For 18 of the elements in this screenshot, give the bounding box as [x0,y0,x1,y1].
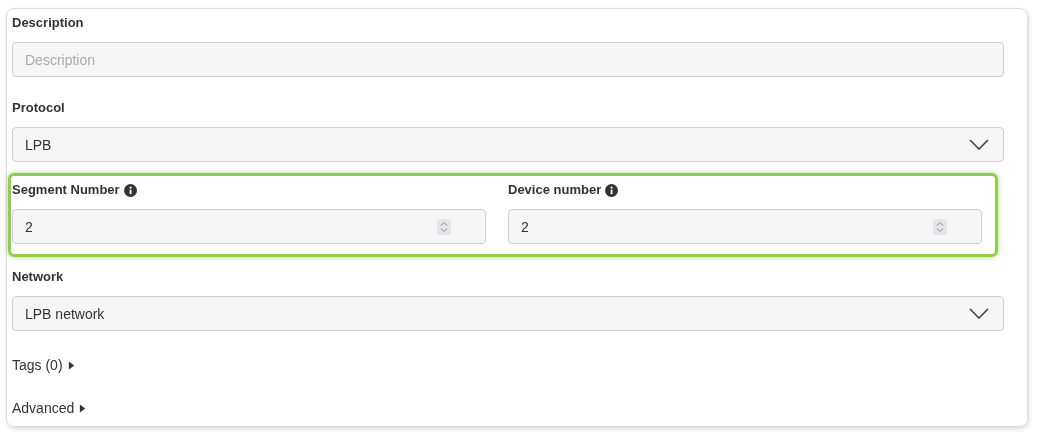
caret-right-icon [79,403,87,413]
description-field[interactable]: Description [12,42,1004,77]
field-label: Protocol [12,100,65,116]
section-toggle[interactable]: Tags (0) [12,357,75,373]
network-select[interactable]: LPB network [12,296,1004,331]
chevron-down-icon[interactable] [969,139,989,150]
number-field[interactable]: 2 [508,209,982,244]
chevron-down-icon[interactable] [969,308,989,319]
protocol-select[interactable]: LPB [12,127,1004,162]
info-icon [605,183,619,197]
section-toggle[interactable]: Advanced [12,400,87,416]
field-label: Network [12,269,64,285]
field-label: Segment Number [12,182,120,198]
field-label: Device number [508,182,602,198]
info-icon [123,183,137,197]
number-field[interactable]: 2 [12,209,486,244]
caret-right-icon [67,360,75,370]
field-label: Description [12,15,84,31]
